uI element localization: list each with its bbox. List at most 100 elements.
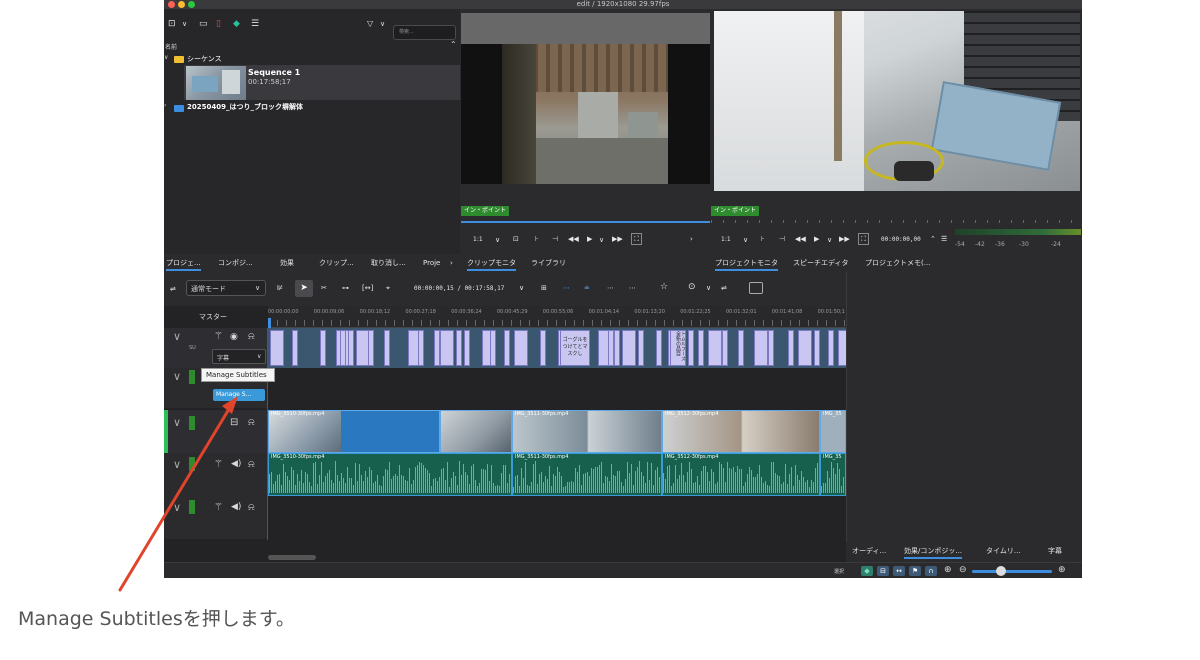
- clip-zoom-select[interactable]: 1:1: [473, 235, 483, 245]
- subtitle-item[interactable]: [788, 330, 794, 366]
- tab-undo-history[interactable]: 取り消し...: [371, 255, 406, 271]
- folder-sequences[interactable]: シーケンス: [187, 54, 222, 64]
- spacer-icon[interactable]: ⊶: [342, 283, 349, 293]
- active-track-indicator[interactable]: [164, 410, 168, 453]
- chevron-down-icon[interactable]: ∨: [182, 19, 187, 29]
- subtitle-item[interactable]: [320, 330, 326, 366]
- audio-clip[interactable]: IMG_3510-30fps.mp4: [268, 453, 512, 496]
- eye-icon[interactable]: ◉: [230, 332, 238, 342]
- subtitle-item[interactable]: ゴーグルをつけてとマスクし: [560, 330, 590, 366]
- lock-icon[interactable]: ⍾: [248, 331, 255, 342]
- chevron-down-icon[interactable]: ∨: [164, 54, 168, 61]
- zoom-fit-icon[interactable]: ⊕: [944, 565, 952, 575]
- play-icon[interactable]: ▶: [587, 234, 592, 244]
- zoom-out-icon[interactable]: ⊖: [959, 565, 967, 575]
- subtitle-item[interactable]: [490, 330, 496, 366]
- tab-compositions[interactable]: コンポジ...: [218, 255, 253, 271]
- chevron-down-icon[interactable]: ∨: [495, 235, 500, 245]
- tab-clip-properties[interactable]: クリップ...: [319, 255, 354, 271]
- video-clip-tail[interactable]: [440, 410, 512, 453]
- audio-lane-1[interactable]: IMG_3510-30fps.mp4 IMG_3511-30fps.mp4 IM…: [268, 453, 846, 496]
- set-in-icon[interactable]: ⊦: [535, 234, 539, 244]
- timeline-timecode[interactable]: 00:00:00,15 / 00:17:58,17: [414, 284, 504, 294]
- project-monitor-ruler[interactable]: [711, 220, 1082, 223]
- project-zoom-select[interactable]: 1:1: [721, 235, 731, 245]
- video-clip[interactable]: IMG_35: [820, 410, 846, 453]
- subtitle-item[interactable]: [738, 330, 744, 366]
- subtitle-item[interactable]: [514, 330, 528, 366]
- zoom-in-icon[interactable]: ⊕: [1058, 565, 1066, 575]
- subtitle-track-icon[interactable]: [749, 282, 763, 294]
- overwrite-zone-icon[interactable]: ⋯: [629, 283, 636, 293]
- film-strip-icon[interactable]: ⊟: [877, 566, 889, 576]
- manage-subtitles-button[interactable]: Manage S...: [213, 389, 265, 401]
- chevron-down-icon[interactable]: ∨: [519, 283, 524, 293]
- subtitle-item[interactable]: [768, 330, 774, 366]
- add-clip-icon[interactable]: ⊡: [168, 19, 176, 29]
- video-lane[interactable]: IMG_3510-30fps.mp4 IMG_3511-30fps.mp4 IM…: [268, 410, 846, 453]
- chevron-up-icon[interactable]: ⌃: [450, 40, 457, 49]
- chevron-down-icon[interactable]: ∨: [173, 501, 181, 514]
- subtitle-item[interactable]: [722, 330, 728, 366]
- video-clip[interactable]: IMG_3511-30fps.mp4: [512, 410, 662, 453]
- project-timecode[interactable]: 00:00:00,00: [881, 235, 921, 245]
- tab-library[interactable]: ライブラリ: [531, 255, 566, 271]
- subtitle-item[interactable]: [348, 330, 354, 366]
- tab-project-overflow[interactable]: Proje: [423, 255, 440, 271]
- tab-effects-compositions[interactable]: 効果/コンポジッ...: [904, 543, 963, 559]
- sequence-row[interactable]: Sequence 1 00:17:58;17: [184, 65, 460, 100]
- folder-project[interactable]: 20250409_はつり_ブロック塀解体: [187, 102, 303, 112]
- subtitle-item[interactable]: [622, 330, 636, 366]
- chevron-right-icon[interactable]: ›: [164, 102, 166, 109]
- razor-icon[interactable]: ✂: [321, 283, 327, 293]
- audio-clip[interactable]: IMG_3512-30fps.mp4: [662, 453, 820, 496]
- lock-icon[interactable]: ⍾: [248, 459, 255, 470]
- rewind-icon[interactable]: ◀◀: [568, 234, 579, 244]
- speaker-icon[interactable]: ◀): [231, 502, 241, 512]
- playhead[interactable]: [268, 318, 271, 328]
- set-out-icon[interactable]: ⊣: [779, 234, 785, 244]
- menu-icon[interactable]: ☰: [251, 19, 259, 29]
- tab-timeline[interactable]: タイムリ...: [986, 543, 1021, 559]
- subtitle-item[interactable]: トムルフーズ全新の品目: [670, 330, 686, 366]
- subtitle-item[interactable]: [456, 330, 462, 366]
- subtitle-item[interactable]: [754, 330, 768, 366]
- fast-forward-icon[interactable]: ▶▶: [612, 234, 623, 244]
- subtitle-item[interactable]: [340, 330, 346, 366]
- chevron-up-icon[interactable]: ⌃: [930, 234, 936, 244]
- snap-tag-button[interactable]: ◆: [861, 566, 873, 576]
- subtitle-item[interactable]: [464, 330, 470, 366]
- subtitle-item[interactable]: [270, 330, 284, 366]
- bin-search-input[interactable]: 検索...: [393, 25, 456, 40]
- lock-icon[interactable]: ⍾: [248, 417, 255, 428]
- play-icon[interactable]: ▶: [814, 234, 819, 244]
- subtitle-item[interactable]: [688, 330, 694, 366]
- subtitle-item[interactable]: [814, 330, 820, 366]
- tab-effects[interactable]: 効果: [280, 255, 294, 271]
- menu-icon[interactable]: ☰: [941, 234, 947, 244]
- insert-zone-icon[interactable]: ⋯: [607, 283, 614, 293]
- tab-project-monitor[interactable]: プロジェクトモニタ: [715, 255, 778, 271]
- subtitle-item[interactable]: [540, 330, 546, 366]
- magic-wand-icon[interactable]: ⚚: [214, 331, 223, 342]
- filter-icon[interactable]: ▽: [367, 19, 373, 29]
- zoom-slider[interactable]: [972, 566, 1052, 576]
- chevron-down-icon[interactable]: ∨: [599, 235, 604, 245]
- subtitle-item[interactable]: [384, 330, 390, 366]
- chevron-down-icon[interactable]: ∨: [706, 283, 711, 293]
- extract-icon[interactable]: ≐: [584, 283, 590, 293]
- magic-wand-icon[interactable]: ⚚: [214, 502, 223, 513]
- split-audio-icon[interactable]: ↔: [893, 566, 905, 576]
- subtitle-item[interactable]: [418, 330, 424, 366]
- rewind-icon[interactable]: ◀◀: [795, 234, 806, 244]
- favorite-star-icon[interactable]: ☆: [660, 282, 668, 292]
- slip-icon[interactable]: [↔]: [362, 283, 373, 293]
- edit-mode-select[interactable]: 通常モード ∨: [186, 280, 266, 296]
- chevron-right-icon[interactable]: ›: [450, 255, 453, 271]
- insert-icon[interactable]: ⊡: [513, 234, 519, 244]
- chevron-down-icon[interactable]: ∨: [173, 370, 181, 383]
- audio-clip[interactable]: IMG_35: [820, 453, 846, 496]
- overwrite-icon[interactable]: ⊞: [541, 283, 547, 293]
- subtitle-item[interactable]: [698, 330, 704, 366]
- tab-subtitles[interactable]: 字幕: [1048, 543, 1062, 559]
